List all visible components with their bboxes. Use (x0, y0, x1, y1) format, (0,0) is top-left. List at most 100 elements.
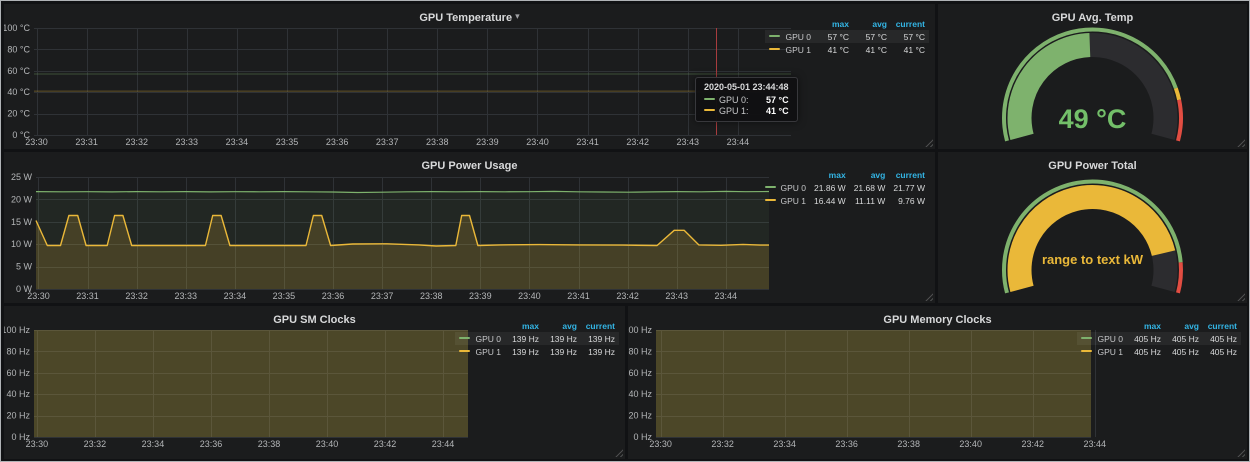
y-axis-tick-label: 10 W (11, 239, 33, 249)
tooltip-series-value: 57 °C (756, 95, 789, 105)
graph-tooltip: 2020-05-01 23:44:48 GPU 0: 57 °C GPU 1: … (695, 77, 798, 122)
panel-title[interactable]: GPU Power Usage (422, 160, 518, 172)
legend-series-dash-icon (765, 199, 776, 201)
x-axis-tick-label: 23:38 (897, 439, 920, 449)
legend-value: 139 Hz (543, 345, 581, 358)
x-axis-tick-label: 23:32 (125, 291, 148, 301)
legend-value: 41 °C (891, 43, 929, 56)
panel-gpu-power-usage: GPU Power Usage 0 W5 W10 W15 W20 W25 W23… (4, 152, 935, 303)
x-axis-tick-label: 23:34 (773, 439, 796, 449)
legend-series-name[interactable]: GPU 0 (765, 30, 815, 43)
legend-series-name[interactable]: GPU 1 (761, 194, 811, 207)
panel-title[interactable]: GPU Temperature (419, 12, 512, 24)
legend-value: 405 Hz (1127, 332, 1165, 345)
legend-value: 16.44 W (810, 194, 850, 207)
legend-series-name[interactable]: GPU 0 (455, 332, 505, 345)
legend-series-dash-icon (1081, 350, 1092, 352)
x-axis-tick-label: 23:33 (174, 291, 197, 301)
x-axis-tick-label: 23:36 (326, 137, 349, 147)
legend-series-row[interactable]: GPU 141 °C41 °C41 °C (765, 43, 929, 56)
y-axis-tick-label: 20 Hz (6, 411, 30, 421)
gauge-value: 49 °C (938, 104, 1247, 135)
x-axis-tick-label: 23:42 (616, 291, 639, 301)
gauge-fill (1020, 197, 1164, 289)
legend-value: 11.11 W (850, 194, 890, 207)
x-axis-tick-label: 23:44 (727, 137, 750, 147)
x-axis-tick-label: 23:44 (715, 291, 738, 301)
panel-gpu-power-total: GPU Power Total range to text kW (938, 152, 1247, 303)
x-axis-tick-label: 23:31 (76, 291, 99, 301)
legend-value: 405 Hz (1127, 345, 1165, 358)
y-axis-tick-label: 20 Hz (628, 411, 652, 421)
legend-value: 21.68 W (850, 181, 890, 194)
grafana-dashboard: GPU Temperature▾ 0 °C20 °C40 °C60 °C80 °… (0, 0, 1250, 462)
x-axis-tick-label: 23:40 (316, 439, 339, 449)
x-axis-tick-label: 23:37 (371, 291, 394, 301)
x-axis-tick-label: 23:39 (476, 137, 499, 147)
legend-series-dash-icon (769, 35, 780, 37)
y-axis-tick-label: 20 °C (7, 109, 30, 119)
legend-series-row[interactable]: GPU 0405 Hz405 Hz405 Hz (1077, 332, 1241, 345)
x-axis-tick-label: 23:44 (1083, 439, 1106, 449)
panel-title[interactable]: GPU Memory Clocks (883, 314, 991, 326)
power-total-gauge (938, 152, 1247, 303)
panel-title[interactable]: GPU Power Total (1048, 160, 1136, 172)
legend-series-dash-icon (765, 186, 776, 188)
series-fills (34, 330, 468, 437)
x-axis-tick-label: 23:43 (677, 137, 700, 147)
grid (34, 28, 791, 136)
x-axis-tick-label: 23:36 (322, 291, 345, 301)
legend-series-row[interactable]: GPU 1139 Hz139 Hz139 Hz (455, 345, 619, 358)
legend-value: 57 °C (891, 30, 929, 43)
legend-value: 41 °C (815, 43, 853, 56)
panel-title[interactable]: GPU Avg. Temp (1052, 12, 1134, 24)
legend-value: 41 °C (853, 43, 891, 56)
legend-value: 405 Hz (1203, 345, 1241, 358)
tooltip-timestamp: 2020-05-01 23:44:48 (704, 82, 789, 92)
legend-series-name[interactable]: GPU 1 (455, 345, 505, 358)
legend-series-row[interactable]: GPU 057 °C57 °C57 °C (765, 30, 929, 43)
x-axis-tick-label: 23:30 (27, 291, 50, 301)
legend-series-row[interactable]: GPU 1405 Hz405 Hz405 Hz (1077, 345, 1241, 358)
legend-series-row[interactable]: GPU 116.44 W11.11 W9.76 W (761, 194, 929, 207)
legend-value: 139 Hz (505, 332, 543, 345)
legend-series-name[interactable]: GPU 1 (765, 43, 815, 56)
series-fills (656, 330, 1091, 437)
y-axis-tick-label: 80 °C (7, 44, 30, 54)
y-axis-tick-label: 80 Hz (628, 346, 652, 356)
legend-series-name[interactable]: GPU 0 (761, 181, 811, 194)
series-dash-icon (704, 109, 715, 111)
panel-gpu-temperature: GPU Temperature▾ 0 °C20 °C40 °C60 °C80 °… (4, 4, 935, 149)
legend-value: 21.86 W (810, 181, 850, 194)
tooltip-series-value: 41 °C (756, 106, 789, 116)
x-axis-tick-label: 23:35 (276, 137, 299, 147)
x-axis-tick-label: 23:31 (75, 137, 98, 147)
panel-title[interactable]: GPU SM Clocks (273, 314, 356, 326)
x-axis-tick-label: 23:42 (374, 439, 397, 449)
legend-value: 139 Hz (581, 345, 619, 358)
legend-value: 57 °C (853, 30, 891, 43)
panel-header: GPU Temperature▾ (4, 8, 935, 26)
x-axis-tick-label: 23:41 (576, 137, 599, 147)
legend-series-row[interactable]: GPU 0139 Hz139 Hz139 Hz (455, 332, 619, 345)
legend-series-dash-icon (459, 350, 470, 352)
legend-series-name[interactable]: GPU 1 (1077, 345, 1127, 358)
legend-series-dash-icon (1081, 337, 1092, 339)
legend-series-name[interactable]: GPU 0 (1077, 332, 1127, 345)
legend-value: 139 Hz (581, 332, 619, 345)
panel-gpu-avg-temp: GPU Avg. Temp 49 °C (938, 4, 1247, 149)
x-axis-tick-label: 23:40 (518, 291, 541, 301)
x-axis-tick-label: 23:33 (176, 137, 199, 147)
x-axis-tick-label: 23:39 (469, 291, 492, 301)
y-axis-tick-label: 60 °C (7, 66, 30, 76)
x-axis-tick-label: 23:41 (567, 291, 590, 301)
panel-gpu-sm-clocks: GPU SM Clocks 0 Hz20 Hz40 Hz60 Hz80 Hz10… (4, 306, 625, 459)
tooltip-row: GPU 1: 41 °C (704, 106, 789, 116)
x-axis-tick-label: 23:34 (226, 137, 249, 147)
panel-menu-caret-icon[interactable]: ▾ (515, 11, 520, 21)
x-axis-tick-label: 23:32 (84, 439, 107, 449)
x-axis-tick-label: 23:38 (258, 439, 281, 449)
legend-series-row[interactable]: GPU 021.86 W21.68 W21.77 W (761, 181, 929, 194)
legend-value: 21.77 W (889, 181, 929, 194)
x-axis-tick-label: 23:40 (959, 439, 982, 449)
